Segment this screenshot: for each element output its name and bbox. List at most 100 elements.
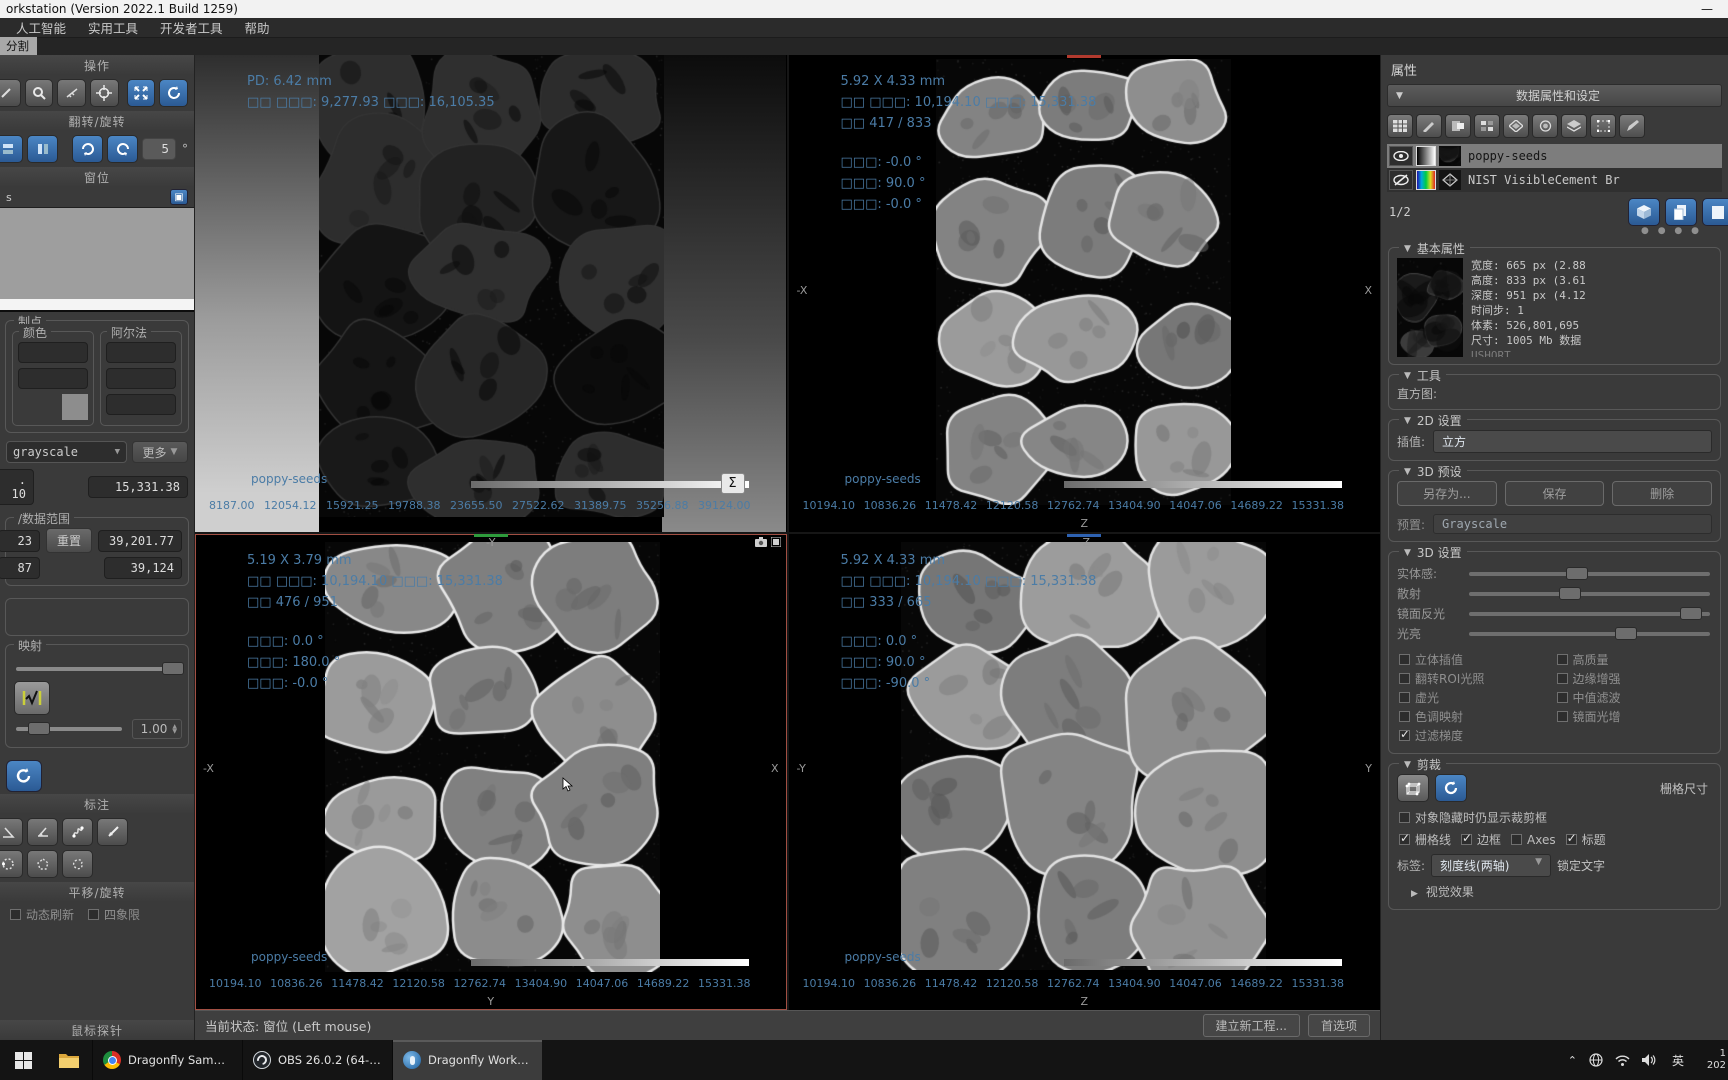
window-level-ramp[interactable]	[0, 299, 194, 312]
level-max-field[interactable]: 15,331.38	[88, 476, 188, 498]
range-max-field[interactable]: 39,201.77	[98, 529, 182, 552]
diamond-view-button[interactable]	[1503, 114, 1529, 138]
window-level-histogram[interactable]	[0, 207, 194, 299]
viewport-top-right[interactable]: 5.92 X 4.33 mm □□ □□□: 10,194.10 □□□: 15…	[788, 55, 1380, 532]
ct-projection-image[interactable]	[319, 55, 665, 517]
color-button-1[interactable]	[18, 342, 88, 363]
lut-dropdown[interactable]: grayscale ▼	[6, 441, 127, 463]
range2-min-field[interactable]: 87	[0, 557, 40, 579]
rotate-ccw-button[interactable]	[72, 135, 103, 163]
layers-button[interactable]	[1561, 114, 1587, 138]
checkbox-icon[interactable]	[1399, 711, 1410, 722]
high-quality-checkbox[interactable]: 高质量	[1556, 651, 1711, 668]
checkbox-icon[interactable]	[88, 909, 100, 920]
color-button-2[interactable]	[18, 368, 88, 389]
flip-horizontal-button[interactable]	[27, 135, 58, 163]
path-tool-button[interactable]	[62, 818, 93, 846]
save-as-button[interactable]: 另存为...	[1397, 481, 1497, 506]
menu-developer-tools[interactable]: 开发者工具	[160, 18, 223, 37]
mapping-slider-2[interactable]	[16, 722, 122, 735]
visibility-eye-off-icon[interactable]	[1389, 170, 1413, 190]
lut-swatch-rainbow[interactable]	[1416, 170, 1436, 190]
filter-gradient-checkbox[interactable]: 过滤梯度	[1399, 727, 1553, 744]
delete-button[interactable]: 删除	[1612, 481, 1713, 506]
tick-label-dropdown[interactable]: 刻度线(两轴) ▼	[1431, 854, 1552, 877]
show-crop-when-hidden-checkbox[interactable]: 对象隐藏时仍显示裁剪框	[1399, 809, 1710, 826]
rotate-step-input[interactable]: 5	[142, 138, 176, 160]
border-checkbox[interactable]: 边框	[1461, 831, 1501, 848]
crop-frame-button[interactable]	[1590, 114, 1616, 138]
settings-2d-header[interactable]: 2D 设置	[1417, 412, 1462, 429]
tray-expand-icon[interactable]: ⌃	[1568, 1054, 1577, 1067]
range-min-field[interactable]: 23	[0, 529, 40, 552]
mapping-slider-1[interactable]	[16, 662, 185, 675]
grid-lines-checkbox[interactable]: 栅格线	[1399, 831, 1451, 848]
scatter-slider[interactable]	[1469, 586, 1710, 600]
reset-mapping-button[interactable]	[6, 760, 42, 792]
checkbox-icon[interactable]	[1399, 812, 1410, 823]
checkbox-icon[interactable]	[1556, 673, 1568, 684]
checkbox-icon[interactable]	[1399, 692, 1410, 703]
checkbox-icon[interactable]	[1511, 833, 1523, 845]
viewport-top-left[interactable]: PD: 6.42 mm □□ □□□: 9,277.93 □□□: 16,105…	[195, 55, 787, 532]
flip-vertical-button[interactable]	[0, 135, 23, 163]
table-view-button[interactable]	[1387, 114, 1413, 138]
taskbar-app-chrome[interactable]: Dragonfly Sampl...	[92, 1040, 242, 1080]
vignette-checkbox[interactable]: 虚光	[1399, 689, 1553, 706]
sphere-view-button[interactable]	[1532, 114, 1558, 138]
camera-icon[interactable]	[754, 536, 767, 547]
fit-view-button[interactable]	[126, 79, 156, 107]
taskbar-app-dragonfly[interactable]: Dragonfly Workst...	[392, 1040, 542, 1080]
ruler-tool-button[interactable]	[57, 79, 87, 107]
checkbox-icon[interactable]	[1556, 654, 1568, 665]
checkbox-icon[interactable]	[1461, 831, 1472, 845]
presets-3d-header[interactable]: 3D 预设	[1417, 463, 1462, 480]
wifi-icon[interactable]	[1615, 1054, 1630, 1066]
cube-3d-button[interactable]	[1628, 198, 1660, 226]
visibility-eye-icon[interactable]	[1389, 146, 1413, 166]
lut-swatch-grayscale[interactable]	[1416, 146, 1436, 166]
projection-mode-button[interactable]: Σ	[720, 472, 745, 494]
dataset-row-poppy-seeds[interactable]: poppy-seeds	[1387, 144, 1722, 168]
window-level-gradient-bar[interactable]	[470, 480, 749, 488]
pan-tool-button[interactable]	[0, 79, 21, 107]
zoom-tool-button[interactable]	[24, 79, 54, 107]
slider-thumb[interactable]	[1679, 606, 1702, 620]
window-level-gradient-bar[interactable]	[1064, 480, 1342, 488]
more-button[interactable]: 更多 ▼	[132, 441, 188, 463]
edge-enhance-checkbox[interactable]: 边缘增强	[1556, 670, 1711, 687]
flip-roi-light-checkbox[interactable]: 翻转ROI光照	[1399, 670, 1553, 687]
freehand-annotation-button[interactable]	[62, 850, 93, 878]
checkbox-icon[interactable]	[1399, 730, 1410, 741]
copy-button[interactable]	[1665, 198, 1697, 226]
alpha-button-1[interactable]	[106, 342, 176, 363]
center-target-button[interactable]	[90, 79, 119, 107]
dynamic-refresh-checkbox[interactable]: 动态刷新	[10, 906, 74, 923]
dataset-row-nist-cement[interactable]: NIST VisibleCement Br	[1387, 168, 1722, 192]
specular-slider[interactable]	[1469, 606, 1710, 620]
paste-button[interactable]	[1702, 198, 1728, 226]
window-level-add-button[interactable]: ▣	[170, 189, 188, 205]
alpha-button-2[interactable]	[106, 368, 176, 389]
tab-segment[interactable]: 分割	[0, 37, 37, 55]
crop-reset-button[interactable]	[1435, 774, 1467, 802]
four-pane-button[interactable]	[1474, 114, 1500, 138]
angle-tool-button[interactable]	[0, 818, 23, 846]
window-level-gradient-bar[interactable]	[470, 959, 749, 966]
window-level-gradient-bar[interactable]	[1064, 959, 1342, 966]
basic-properties-header[interactable]: 基本属性	[1417, 240, 1465, 257]
reset-view-button[interactable]	[159, 79, 189, 107]
quadrant-checkbox[interactable]: 四象限	[88, 906, 140, 923]
preferences-button[interactable]: 首选项	[1307, 1014, 1370, 1037]
data-properties-header[interactable]: ▼ 数据属性和设定	[1387, 84, 1722, 107]
checkbox-icon[interactable]	[10, 909, 21, 920]
slider-thumb[interactable]	[28, 722, 51, 735]
slider-thumb[interactable]	[1559, 586, 1582, 600]
network-globe-icon[interactable]	[1589, 1053, 1603, 1067]
viewport-bottom-left[interactable]: 5.19 X 3.79 mm □□ □□□: 10,194.10 □□□: 15…	[195, 533, 787, 1010]
save-button[interactable]: 保存	[1504, 481, 1605, 506]
menu-help[interactable]: 帮助	[245, 18, 270, 37]
minimize-button[interactable]: —	[1692, 2, 1722, 16]
solidity-slider[interactable]	[1469, 566, 1710, 580]
two-pane-button[interactable]	[1445, 114, 1471, 138]
